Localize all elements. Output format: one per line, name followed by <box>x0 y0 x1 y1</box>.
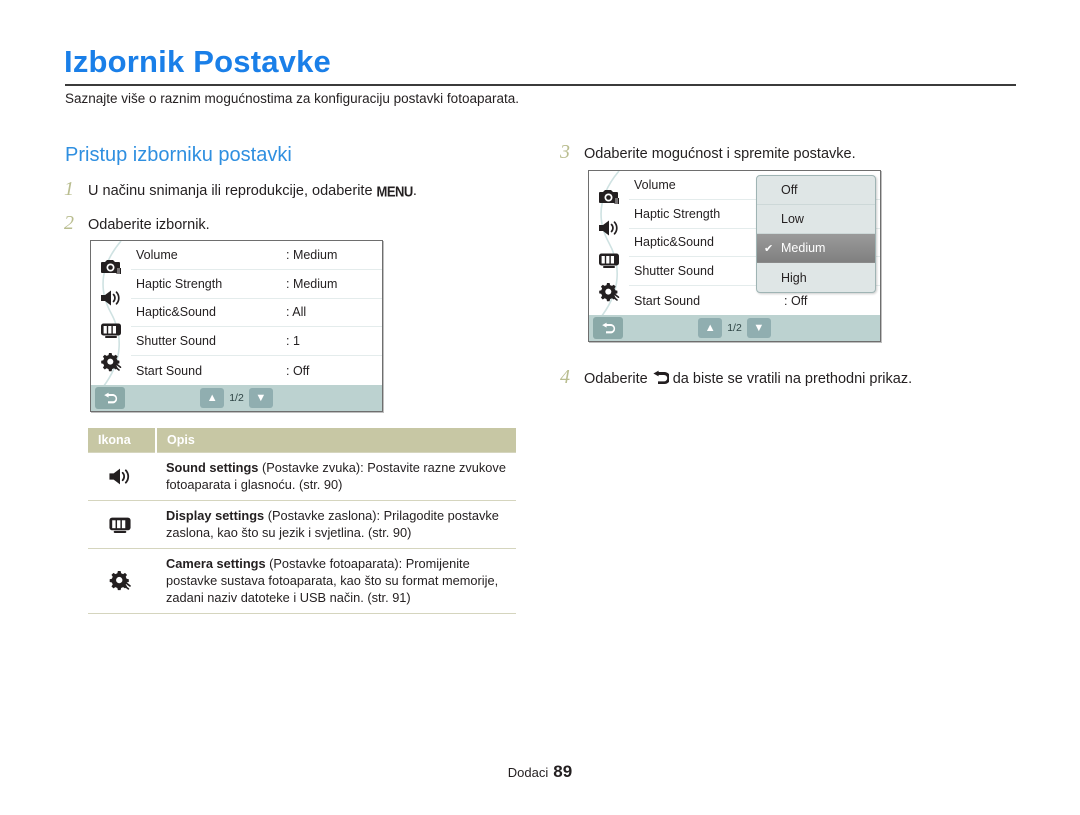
list-item[interactable]: Start Sound : Off <box>131 356 382 385</box>
footer-page-number: 89 <box>553 762 573 781</box>
column-header-description: Opis <box>156 428 516 453</box>
page-indicator: 1/2 <box>229 392 244 404</box>
setting-name: Display settings <box>166 508 265 523</box>
table-row: Camera settings (Postavke fotoaparata): … <box>88 548 516 614</box>
step-number: 4 <box>560 366 570 388</box>
dropdown-option-label: Medium <box>781 241 826 255</box>
gear-icon[interactable] <box>595 279 623 305</box>
menu-icon: MENU <box>376 182 414 201</box>
step-number: 1 <box>64 178 74 200</box>
setting-value: : Off <box>784 293 808 308</box>
volume-options-dropdown[interactable]: Off Low ✔ Medium High <box>756 175 876 293</box>
setting-label: Start Sound <box>136 363 203 378</box>
section-heading: Pristup izborniku postavki <box>65 144 292 166</box>
dropdown-option-label: High <box>781 270 807 285</box>
camera-screen-1: Volume : Medium Haptic Strength : Medium… <box>90 240 383 412</box>
gear-icon <box>88 548 156 614</box>
page-indicator: 1/2 <box>727 322 742 334</box>
display-icon <box>88 500 156 549</box>
setting-label: Volume <box>136 247 178 262</box>
step-text: U načinu snimanja ili reprodukcije, odab… <box>88 182 417 201</box>
setting-value: : Medium <box>286 247 338 262</box>
setting-value: : All <box>286 305 307 320</box>
sound-icon <box>88 452 156 501</box>
step-text-pre: Odaberite <box>584 371 652 387</box>
setting-label: Haptic Strength <box>136 276 223 291</box>
dropdown-option-label: Low <box>781 212 804 226</box>
camera-icon[interactable] <box>595 183 623 209</box>
list-item[interactable]: Volume : Medium <box>131 241 382 270</box>
manual-page: Izbornik Postavke Saznajte više o raznim… <box>0 0 1080 815</box>
page-subtitle: Saznajte više o raznim mogućnostima za k… <box>65 91 519 106</box>
step-text: Odaberite mogućnost i spremite postavke. <box>584 146 856 162</box>
page-title: Izbornik Postavke <box>64 44 331 79</box>
title-divider <box>65 84 1016 86</box>
sound-icon[interactable] <box>97 285 125 311</box>
step-text-pre: U načinu snimanja ili reprodukcije, odab… <box>88 183 377 199</box>
step-2: 2 Odaberite izbornik. <box>64 212 210 235</box>
camera-icon[interactable] <box>97 253 125 279</box>
display-icon[interactable] <box>595 247 623 273</box>
step-number: 3 <box>560 141 570 163</box>
screen2-pager: ▲ 1/2 ▼ <box>589 318 880 338</box>
dropdown-option-selected[interactable]: ✔ Medium <box>757 234 875 263</box>
dropdown-option[interactable]: Low <box>757 205 875 234</box>
setting-label: Shutter Sound <box>136 334 216 349</box>
step-4: 4 Odaberite da biste se vratili na preth… <box>560 366 912 389</box>
camera-screen-2: Volume Haptic Strength Haptic&Sound Shut… <box>588 170 881 342</box>
check-icon: ✔ <box>764 242 774 255</box>
step-1: 1 U načinu snimanja ili reprodukcije, od… <box>64 178 417 201</box>
setting-label: Haptic&Sound <box>136 305 216 320</box>
page-up-button[interactable]: ▲ <box>200 388 225 408</box>
setting-label: Start Sound <box>634 293 701 308</box>
dropdown-option[interactable]: High <box>757 263 875 292</box>
screen1-bottom-bar: ▲ 1/2 ▼ <box>91 385 382 411</box>
back-arrow-icon <box>652 370 669 385</box>
icon-description-table: Ikona Opis Sound settings (Postavke zvuk… <box>88 428 516 614</box>
page-down-button[interactable]: ▼ <box>746 318 771 338</box>
table-cell-description: Sound settings (Postavke zvuka): Postavi… <box>156 452 516 501</box>
setting-value: : Medium <box>286 276 338 291</box>
step-text: Odaberite izbornik. <box>88 217 210 233</box>
dropdown-option[interactable]: Off <box>757 176 875 205</box>
dropdown-option-label: Off <box>781 183 798 197</box>
screen2-bottom-bar: ▲ 1/2 ▼ <box>589 315 880 341</box>
setting-value: : Off <box>286 363 310 378</box>
screen2-icon-sidebar <box>589 171 629 315</box>
column-header-icon: Ikona <box>88 428 157 453</box>
page-footer: Dodaci 89 <box>0 762 1080 782</box>
page-up-button[interactable]: ▲ <box>698 318 723 338</box>
setting-name: Camera settings <box>166 556 266 571</box>
table-header-row: Ikona Opis <box>88 428 516 453</box>
step-text-post: da biste se vratili na prethodni prikaz. <box>668 371 913 387</box>
setting-name: Sound settings <box>166 460 259 475</box>
step-number: 2 <box>64 212 74 234</box>
table-cell-description: Display settings (Postavke zaslona): Pri… <box>156 500 516 549</box>
list-item[interactable]: Haptic&Sound : All <box>131 299 382 328</box>
screen1-pager: ▲ 1/2 ▼ <box>91 388 382 408</box>
setting-value: : 1 <box>286 334 300 349</box>
sound-icon[interactable] <box>595 215 623 241</box>
table-cell-description: Camera settings (Postavke fotoaparata): … <box>156 548 516 614</box>
screen1-settings-list: Volume : Medium Haptic Strength : Medium… <box>131 241 382 385</box>
table-row: Display settings (Postavke zaslona): Pri… <box>88 500 516 549</box>
display-icon[interactable] <box>97 317 125 343</box>
step-text: Odaberite da biste se vratili na prethod… <box>584 370 912 387</box>
list-item[interactable]: Haptic Strength : Medium <box>131 270 382 299</box>
list-item[interactable]: Shutter Sound : 1 <box>131 327 382 357</box>
gear-icon[interactable] <box>97 349 125 375</box>
step-3: 3 Odaberite mogućnost i spremite postavk… <box>560 141 856 164</box>
page-down-button[interactable]: ▼ <box>248 388 273 408</box>
footer-label: Dodaci <box>507 765 549 780</box>
table-row: Sound settings (Postavke zvuka): Postavi… <box>88 452 516 501</box>
step-text-post: . <box>412 183 417 199</box>
screen1-icon-sidebar <box>91 241 131 385</box>
